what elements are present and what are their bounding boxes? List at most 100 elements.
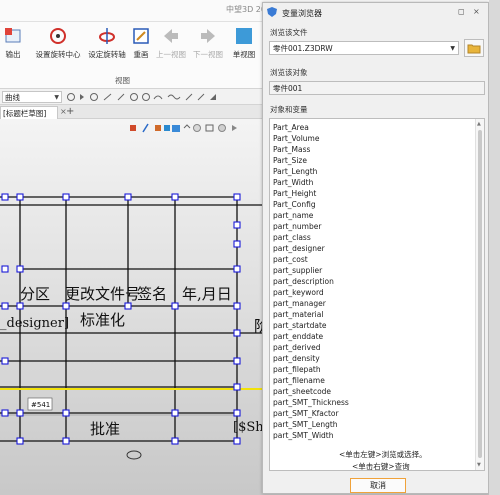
grip-point[interactable] xyxy=(233,265,241,273)
grip-point[interactable] xyxy=(233,357,241,365)
grip-point[interactable] xyxy=(62,437,70,445)
list-item[interactable]: part_filename xyxy=(273,375,349,386)
grip-point[interactable] xyxy=(1,265,9,273)
dialog-title-bar: 变量浏览器 ◻ × xyxy=(263,3,488,21)
open-folder-button[interactable] xyxy=(464,39,484,57)
list-item[interactable]: part_density xyxy=(273,353,349,364)
list-item[interactable]: part_startdate xyxy=(273,320,349,331)
grip-point[interactable] xyxy=(16,193,24,201)
cell-partition: 分区 xyxy=(20,285,50,303)
grip-point[interactable] xyxy=(233,409,241,417)
list-item[interactable]: part_enddate xyxy=(273,331,349,342)
badge-text: #541 xyxy=(31,401,50,409)
list-item[interactable]: part_keyword xyxy=(273,287,349,298)
grip-point[interactable] xyxy=(1,357,9,365)
scroll-thumb[interactable] xyxy=(478,130,482,458)
snap-toolbar-icons[interactable] xyxy=(66,92,262,102)
list-item[interactable]: part_material xyxy=(273,309,349,320)
browse-file-label: 浏览该文件 xyxy=(270,28,308,37)
grip-point[interactable] xyxy=(1,193,9,201)
list-item[interactable]: Part_Width xyxy=(273,177,349,188)
help-icon[interactable]: ◻ xyxy=(458,7,465,16)
redraw-button[interactable]: 重画 xyxy=(130,26,152,60)
cancel-button[interactable]: 取消 xyxy=(350,478,406,493)
curve-filter-combo[interactable]: 曲线 ▼ xyxy=(2,91,62,103)
arrow-right-icon xyxy=(201,29,215,43)
file-select[interactable]: 零件001.Z3DRW ▼ xyxy=(269,41,459,55)
grip-point[interactable] xyxy=(16,437,24,445)
export-button[interactable]: 输出 xyxy=(2,26,24,60)
grip-point[interactable] xyxy=(233,221,241,229)
list-item[interactable]: Part_Size xyxy=(273,155,349,166)
tab-title-block-sketch[interactable]: [标题栏草图] xyxy=(0,106,58,119)
grip-point[interactable] xyxy=(1,409,9,417)
list-item[interactable]: part_sheetcode xyxy=(273,386,349,397)
list-item[interactable]: part_class xyxy=(273,232,349,243)
list-item[interactable]: part_SMT_Length xyxy=(273,419,349,430)
list-item[interactable]: part_number xyxy=(273,221,349,232)
grip-point[interactable] xyxy=(62,409,70,417)
object-field-value: 零件001 xyxy=(273,84,303,93)
list-item[interactable]: part_SMT_Thickness xyxy=(273,397,349,408)
list-item[interactable]: Part_Volume xyxy=(273,133,349,144)
list-item[interactable]: part_manager xyxy=(273,298,349,309)
view-toolbar-icons[interactable] xyxy=(130,123,237,133)
grip-point[interactable] xyxy=(233,437,241,445)
list-item[interactable]: Part_Mass xyxy=(273,144,349,155)
redraw-icon xyxy=(133,28,149,44)
grip-point[interactable] xyxy=(62,302,70,310)
grip-point[interactable] xyxy=(233,329,241,337)
grip-point[interactable] xyxy=(124,302,132,310)
scroll-up-icon[interactable]: ▲ xyxy=(477,121,481,127)
grip-point[interactable] xyxy=(171,302,179,310)
list-item[interactable]: part_SMT_Kfactor xyxy=(273,408,349,419)
grip-point[interactable] xyxy=(233,383,241,391)
list-scrollbar[interactable]: ▲ ▼ xyxy=(475,119,484,470)
variables-list[interactable]: Part_Area Part_Volume Part_Mass Part_Size Pa… xyxy=(269,118,485,471)
list-item[interactable]: Part_Area xyxy=(273,122,349,133)
list-item[interactable]: Part_Config xyxy=(273,199,349,210)
single-view-icon xyxy=(236,28,252,44)
grip-point[interactable] xyxy=(171,193,179,201)
grip-point[interactable] xyxy=(233,302,241,310)
close-icon[interactable]: × xyxy=(473,7,480,16)
arrow-left-icon xyxy=(164,29,178,43)
list-item[interactable]: Part_Length xyxy=(273,166,349,177)
grip-point[interactable] xyxy=(171,409,179,417)
chevron-down-icon: ▼ xyxy=(450,45,455,52)
cell-designer-var: _designer] xyxy=(0,316,69,331)
set-rotation-center-button[interactable]: 设置旋转中心 xyxy=(33,26,83,60)
grip-point[interactable] xyxy=(233,193,241,201)
grip-point[interactable] xyxy=(62,193,70,201)
grip-point[interactable] xyxy=(1,302,9,310)
list-item[interactable]: Part_Height xyxy=(273,188,349,199)
export-label: 输出 xyxy=(5,50,21,59)
cursor-ellipse xyxy=(126,450,142,460)
list-item[interactable]: part_supplier xyxy=(273,265,349,276)
rotate-center-icon xyxy=(50,28,66,44)
set-rotation-axis-button[interactable]: 设定旋转轴 xyxy=(85,26,129,60)
list-item[interactable]: part_description xyxy=(273,276,349,287)
grip-point[interactable] xyxy=(124,193,132,201)
list-item[interactable]: part_name xyxy=(273,210,349,221)
grip-point[interactable] xyxy=(16,265,24,273)
list-item[interactable]: part_SMT_Width xyxy=(273,430,349,441)
dialog-title: 变量浏览器 xyxy=(282,9,322,18)
view-group-label: 视图 xyxy=(115,76,130,85)
single-view-button[interactable]: 单视图 xyxy=(228,26,260,60)
new-tab-icon[interactable]: + xyxy=(66,106,74,117)
list-item[interactable]: part_filepath xyxy=(273,364,349,375)
variable-browser-dialog: 变量浏览器 ◻ × 浏览该文件 零件001.Z3DRW ▼ 浏览该对象 零件00… xyxy=(262,2,489,494)
list-item[interactable]: part_cost xyxy=(273,254,349,265)
next-view-button[interactable]: 下一视图 xyxy=(191,26,225,60)
grip-point[interactable] xyxy=(233,240,241,248)
list-item[interactable]: part_designer xyxy=(273,243,349,254)
scroll-down-icon[interactable]: ▼ xyxy=(477,462,481,468)
cell-change-doc-no: 更改文件号 xyxy=(65,285,140,303)
grip-point[interactable] xyxy=(16,302,24,310)
previous-view-button[interactable]: 上一视图 xyxy=(154,26,188,60)
list-item[interactable]: part_derived xyxy=(273,342,349,353)
cell-sheet-var: [$She xyxy=(233,420,262,435)
grip-point[interactable] xyxy=(16,409,24,417)
grip-point[interactable] xyxy=(171,437,179,445)
